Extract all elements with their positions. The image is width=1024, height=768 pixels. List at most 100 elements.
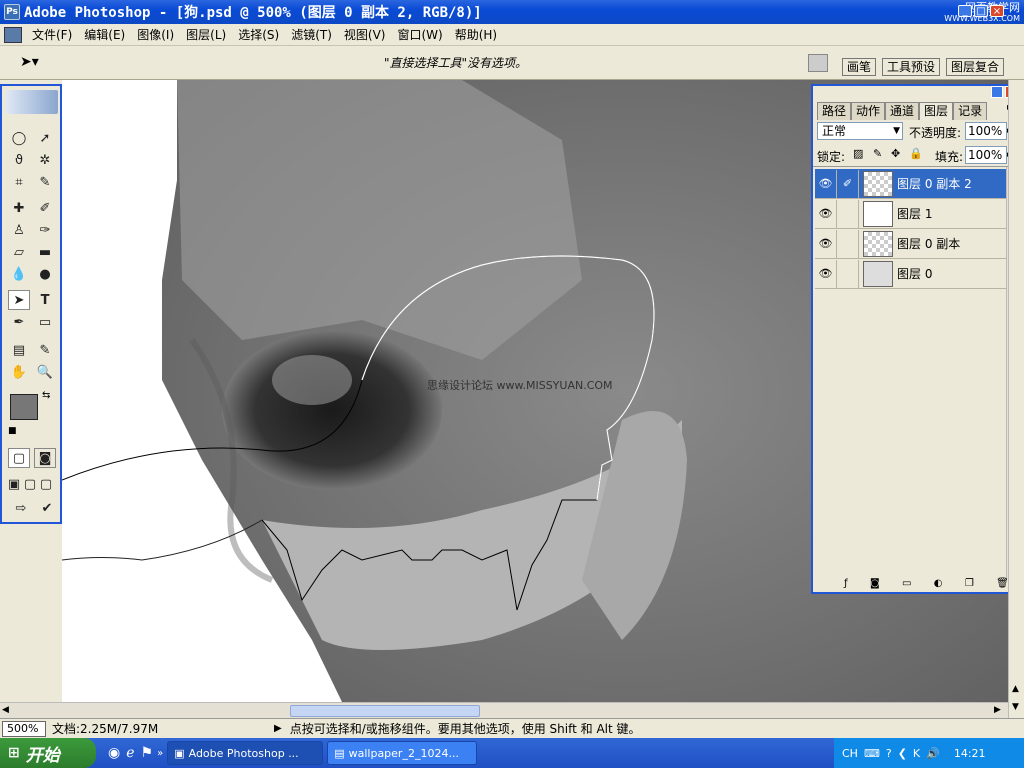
healing-brush-icon[interactable]: ✚	[8, 198, 30, 218]
hand-tool-icon[interactable]: ✋	[8, 362, 30, 382]
default-colors-icon[interactable]: ■	[8, 426, 17, 436]
crop-tool-icon[interactable]: ⌗	[8, 172, 30, 192]
clone-stamp-icon[interactable]: ♙	[8, 220, 30, 240]
magic-wand-icon[interactable]: ✲	[34, 150, 56, 170]
menu-file[interactable]: 文件(F)	[26, 26, 78, 43]
brush-link-icon[interactable]	[837, 229, 859, 258]
tab-layer-comps[interactable]: 图层复合	[946, 58, 1005, 76]
layer-style-icon[interactable]: ƒ	[844, 578, 848, 592]
swap-colors-icon[interactable]: ⇆	[42, 390, 50, 401]
lock-all-icon[interactable]: 🔒	[909, 147, 923, 160]
jump-to-imageready-icon[interactable]: ⇨	[8, 498, 34, 518]
input-help-icon[interactable]: ?	[886, 747, 892, 760]
scroll-down-icon[interactable]: ▼	[1012, 702, 1019, 712]
type-tool-icon[interactable]: T	[34, 290, 56, 310]
lock-transparency-icon[interactable]: ▨	[853, 147, 863, 160]
brush-tool-icon[interactable]: ✐	[34, 198, 56, 218]
delete-layer-icon[interactable]: 🗑	[996, 578, 1009, 592]
eye-icon[interactable]: 👁	[815, 169, 837, 198]
menu-window[interactable]: 窗口(W)	[391, 26, 448, 43]
status-menu-arrow-icon[interactable]: ▶	[274, 723, 282, 734]
media-icon[interactable]: ⚑	[141, 745, 154, 761]
eye-icon[interactable]: 👁	[815, 259, 837, 288]
dodge-tool-icon[interactable]: ●	[34, 264, 56, 284]
lasso-tool-icon[interactable]: ϑ	[8, 150, 30, 170]
tray-expand-icon[interactable]: ❮	[898, 747, 907, 760]
scroll-up-icon[interactable]: ▲	[1012, 684, 1019, 694]
path-select-tool-icon[interactable]: ➤	[8, 290, 30, 310]
ie-icon[interactable]: ℯ	[126, 745, 134, 761]
direct-select-tool-icon[interactable]: ➤▾	[20, 54, 39, 70]
layer-row[interactable]: 👁 图层 0	[815, 259, 1006, 289]
tray-app-icon[interactable]: K	[913, 747, 920, 760]
tab-layers[interactable]: 图层	[919, 102, 954, 120]
start-button[interactable]: ⊞ 开始	[0, 738, 96, 768]
panel-minimize-icon[interactable]	[991, 86, 1003, 98]
tab-actions[interactable]: 动作	[851, 102, 886, 120]
history-brush-icon[interactable]: ✑	[34, 220, 56, 240]
screen-mode-full-icon[interactable]: ▢	[38, 474, 54, 494]
menu-edit[interactable]: 编辑(E)	[78, 26, 131, 43]
brush-link-icon[interactable]	[837, 259, 859, 288]
lock-position-icon[interactable]: ✥	[891, 147, 900, 160]
standard-mode-icon[interactable]: ▢	[8, 448, 30, 468]
brush-link-icon[interactable]	[837, 199, 859, 228]
tab-history[interactable]: 记录	[953, 102, 988, 120]
tab-channels[interactable]: 通道	[885, 102, 920, 120]
menu-layer[interactable]: 图层(L)	[180, 26, 232, 43]
fill-input[interactable]: 100%	[965, 146, 1007, 164]
language-indicator[interactable]: CH	[842, 747, 858, 760]
document-icon[interactable]	[4, 26, 22, 43]
layer-mask-icon[interactable]: ◙	[870, 578, 880, 592]
marquee-tool-icon[interactable]: ◯	[8, 128, 30, 148]
menu-select[interactable]: 选择(S)	[232, 26, 285, 43]
volume-icon[interactable]: 🔊	[926, 747, 940, 760]
notes-tool-icon[interactable]: ▤	[8, 340, 30, 360]
eye-icon[interactable]: 👁	[815, 229, 837, 258]
opacity-input[interactable]: 100%	[965, 122, 1007, 140]
eyedropper-icon[interactable]: ✎	[34, 340, 56, 360]
screen-mode-full-menu-icon[interactable]: ▢	[22, 474, 38, 494]
horizontal-scroll-thumb[interactable]	[290, 705, 480, 717]
menu-image[interactable]: 图像(I)	[131, 26, 180, 43]
menu-help[interactable]: 帮助(H)	[449, 26, 503, 43]
gradient-tool-icon[interactable]: ▬	[34, 242, 56, 262]
quick-mask-icon[interactable]: ◙	[34, 448, 56, 468]
layer-row[interactable]: 👁 图层 0 副本	[815, 229, 1006, 259]
new-layer-icon[interactable]: ❐	[965, 578, 974, 592]
scroll-left-icon[interactable]: ◀	[2, 705, 9, 715]
shape-tool-icon[interactable]: ▭	[34, 312, 56, 332]
zoom-input[interactable]: 500%	[2, 720, 46, 737]
layer-row[interactable]: 👁 ✐ 图层 0 副本 2	[815, 169, 1006, 199]
tab-brushes[interactable]: 画笔	[842, 58, 877, 76]
brush-link-icon[interactable]: ✐	[837, 169, 859, 198]
menu-view[interactable]: 视图(V)	[338, 26, 392, 43]
close-button[interactable]: ×	[990, 5, 1004, 17]
vertical-scrollbar[interactable]: ▲ ▼	[1008, 80, 1024, 718]
layer-row[interactable]: 👁 图层 1	[815, 199, 1006, 229]
maximize-button[interactable]: □	[974, 5, 988, 17]
tab-paths[interactable]: 路径	[817, 102, 852, 120]
eye-icon[interactable]: 👁	[815, 199, 837, 228]
slice-tool-icon[interactable]: ✎	[34, 172, 56, 192]
scroll-right-icon[interactable]: ▶	[994, 705, 1001, 715]
task-photoshop[interactable]: ▣ Adobe Photoshop ...	[167, 741, 324, 765]
adjustment-layer-icon[interactable]: ◐	[934, 578, 943, 592]
eraser-tool-icon[interactable]: ▱	[8, 242, 30, 262]
edit-in-imageready-icon[interactable]: ✔	[36, 498, 58, 518]
move-tool-icon[interactable]: ➚	[34, 128, 56, 148]
task-wallpaper[interactable]: ▤ wallpaper_2_1024...	[327, 741, 478, 765]
new-group-icon[interactable]: ▭	[902, 578, 911, 592]
minimize-button[interactable]: _	[958, 5, 972, 17]
blend-mode-select[interactable]: 正常 ▼	[817, 122, 903, 140]
tab-tool-presets[interactable]: 工具预设	[882, 58, 941, 76]
quicklaunch-icon[interactable]: ◉	[108, 745, 120, 761]
keyboard-icon[interactable]: ⌨	[864, 747, 880, 760]
lock-image-icon[interactable]: ✎	[873, 147, 882, 160]
horizontal-scrollbar[interactable]: ◀ ▶	[0, 702, 1008, 718]
quicklaunch-more-icon[interactable]: »	[157, 748, 163, 759]
screen-mode-standard-icon[interactable]: ▣	[6, 474, 22, 494]
menu-filter[interactable]: 滤镜(T)	[285, 26, 338, 43]
blur-tool-icon[interactable]: 💧	[8, 264, 30, 284]
pen-tool-icon[interactable]: ✒	[8, 312, 30, 332]
